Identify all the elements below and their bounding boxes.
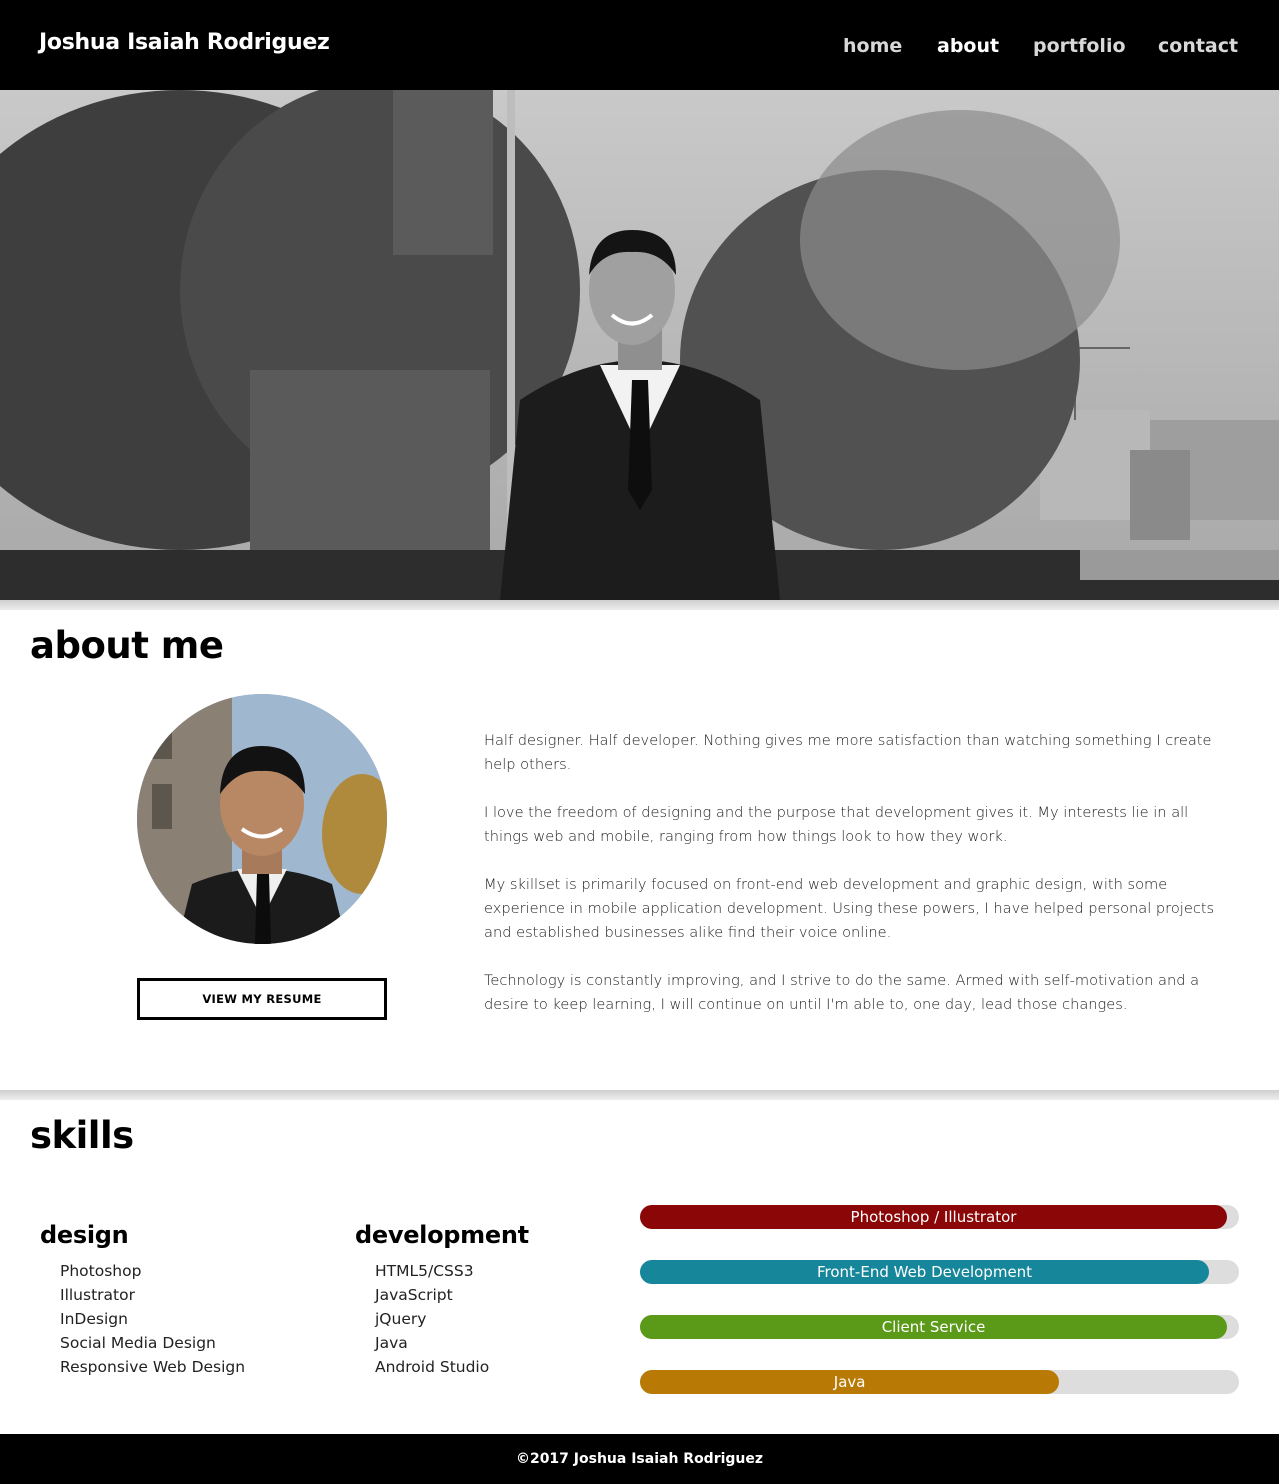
site-footer: ©2017 Joshua Isaiah Rodriguez xyxy=(0,1434,1279,1484)
site-brand[interactable]: Joshua Isaiah Rodriguez xyxy=(39,30,330,55)
profile-avatar xyxy=(137,694,387,944)
view-resume-button[interactable]: VIEW MY RESUME xyxy=(137,978,387,1020)
development-skills: development HTML5/CSS3 JavaScript jQuery… xyxy=(355,1221,529,1379)
nav-home[interactable]: home xyxy=(843,35,902,57)
about-paragraph: My skillset is primarily focused on fron… xyxy=(484,876,1215,941)
section-divider xyxy=(0,600,1279,610)
list-item: Java xyxy=(375,1334,408,1352)
list-item: Photoshop xyxy=(60,1262,142,1280)
hero-photo xyxy=(0,90,1279,600)
list-item: Android Studio xyxy=(375,1358,490,1376)
nav-contact[interactable]: contact xyxy=(1158,35,1238,57)
list-item: Social Media Design xyxy=(60,1334,216,1352)
nav-portfolio[interactable]: portfolio xyxy=(1033,35,1126,57)
about-text: Half designer. Half developer. Nothing g… xyxy=(484,729,1234,1041)
skills-title: skills xyxy=(30,1114,134,1157)
list-item: Illustrator xyxy=(60,1286,135,1304)
about-title: about me xyxy=(30,624,224,667)
about-paragraph: Half designer. Half developer. Nothing g… xyxy=(484,732,1212,773)
skill-bar-frontend: Front-End Web Development xyxy=(640,1260,1239,1284)
skill-bar-fill: Photoshop / Illustrator xyxy=(640,1205,1228,1229)
about-paragraph: Technology is constantly improving, and … xyxy=(484,972,1200,1013)
site-header: Joshua Isaiah Rodriguez home about portf… xyxy=(0,0,1279,90)
development-heading: development xyxy=(355,1221,529,1249)
skill-bar-fill: Java xyxy=(640,1370,1060,1394)
skill-bar-client-service: Client Service xyxy=(640,1315,1239,1339)
design-heading: design xyxy=(40,1221,129,1249)
section-divider xyxy=(0,1090,1279,1100)
skill-bar-photoshop: Photoshop / Illustrator xyxy=(640,1205,1239,1229)
list-item: jQuery xyxy=(375,1310,427,1328)
list-item: HTML5/CSS3 xyxy=(375,1262,474,1280)
development-list: HTML5/CSS3 JavaScript jQuery Java Androi… xyxy=(355,1259,529,1379)
skill-bar-java: Java xyxy=(640,1370,1239,1394)
skill-bar-fill: Front-End Web Development xyxy=(640,1260,1210,1284)
nav-about[interactable]: about xyxy=(937,35,999,57)
list-item: JavaScript xyxy=(375,1286,453,1304)
design-skills: design Photoshop Illustrator InDesign So… xyxy=(40,1221,245,1379)
list-item: Responsive Web Design xyxy=(60,1358,246,1376)
list-item: InDesign xyxy=(60,1310,128,1328)
skill-bar-fill: Client Service xyxy=(640,1315,1228,1339)
about-paragraph: I love the freedom of designing and the … xyxy=(484,804,1189,845)
design-list: Photoshop Illustrator InDesign Social Me… xyxy=(40,1259,245,1379)
